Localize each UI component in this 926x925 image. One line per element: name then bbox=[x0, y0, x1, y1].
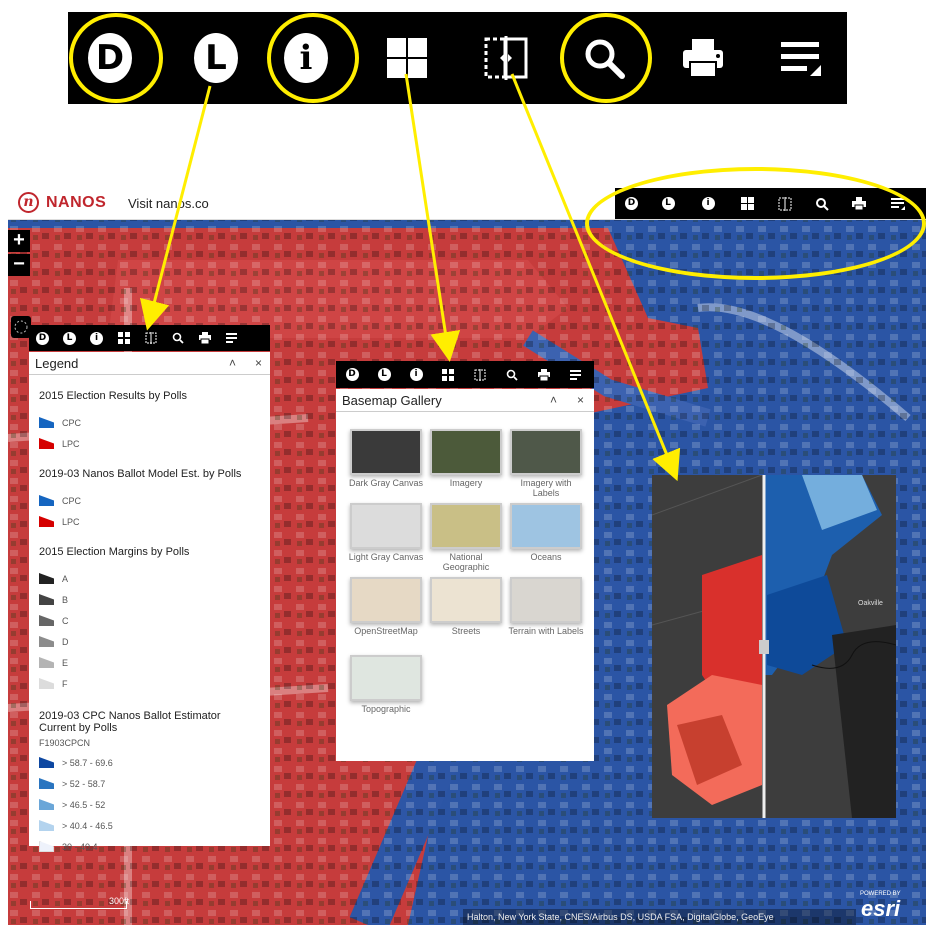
basemap-item[interactable]: Dark Gray Canvas bbox=[348, 429, 424, 488]
legend-section-title: 2019-03 CPC Nanos Ballot Estimator Curre… bbox=[39, 710, 221, 734]
highlight-circle bbox=[69, 13, 163, 103]
legend-field-name: F1903CPCN bbox=[39, 738, 91, 748]
swipe-icon[interactable] bbox=[464, 361, 496, 388]
basemap-item[interactable]: Oceans bbox=[508, 503, 584, 562]
basemap-item[interactable]: OpenStreetMap bbox=[348, 577, 424, 636]
legend-title: Legend bbox=[35, 356, 79, 371]
legend-section-title: 2015 Election Results by Polls bbox=[39, 390, 187, 402]
basemap-item[interactable]: National Geographic bbox=[428, 503, 504, 572]
legend-item: A bbox=[39, 568, 270, 589]
info-icon[interactable]: i bbox=[83, 325, 110, 351]
collapse-icon[interactable]: ˄ bbox=[229, 356, 236, 370]
collapse-icon[interactable]: ˄ bbox=[550, 393, 557, 407]
print-icon[interactable] bbox=[191, 325, 218, 351]
swipe-place-label: Oakville bbox=[858, 600, 883, 607]
legend-item: > 46.5 - 52 bbox=[39, 794, 270, 815]
legend-item: > 40.4 - 46.5 bbox=[39, 815, 270, 836]
search-icon[interactable] bbox=[496, 361, 528, 388]
gallery-toolbar: D L i bbox=[336, 361, 594, 388]
d-widget-icon[interactable]: D bbox=[29, 325, 56, 351]
legend-item: CPC bbox=[39, 412, 270, 433]
basemap-gallery-icon[interactable] bbox=[110, 325, 137, 351]
legend-panel: Legend ˄ × 2015 Election Results by Poll… bbox=[29, 352, 270, 852]
print-icon[interactable] bbox=[680, 12, 726, 104]
legend-section-title: 2019-03 Nanos Ballot Model Est. by Polls bbox=[39, 468, 242, 480]
legend-item: 30 - 40.4 bbox=[39, 836, 270, 857]
legend-item: LPC bbox=[39, 511, 270, 532]
legend-icon[interactable]: L bbox=[194, 12, 238, 104]
zoom-in-button[interactable]: + bbox=[8, 230, 30, 252]
legend-toolbar: D L i bbox=[29, 325, 270, 351]
search-icon[interactable] bbox=[164, 325, 191, 351]
basemap-item[interactable]: Topographic bbox=[348, 655, 424, 714]
d-widget-icon[interactable]: D bbox=[336, 361, 368, 388]
layer-list-icon[interactable] bbox=[778, 12, 824, 104]
basemap-item[interactable]: Light Gray Canvas bbox=[348, 503, 424, 562]
map-app: n NANOS Visit nanos.co D L i + − D L i L… bbox=[8, 188, 926, 925]
legend-icon[interactable]: L bbox=[56, 325, 83, 351]
legend-item: D bbox=[39, 631, 270, 652]
close-button[interactable]: × bbox=[255, 356, 262, 370]
swipe-icon[interactable] bbox=[483, 12, 529, 104]
toolbar-enlarged: D L i bbox=[68, 12, 847, 104]
basemap-item[interactable]: Imagery bbox=[428, 429, 504, 488]
legend-content: 2015 Election Results by Polls CPC LPC 2… bbox=[29, 376, 270, 857]
locate-button[interactable] bbox=[11, 316, 31, 338]
brand-name: NANOS bbox=[46, 194, 107, 211]
highlight-circle bbox=[267, 13, 359, 103]
scale-bar-label: 300ft bbox=[109, 896, 130, 906]
esri-logo[interactable]: esri bbox=[861, 898, 900, 920]
layer-list-icon[interactable] bbox=[560, 361, 592, 388]
attribution: Halton, New York State, CNES/Airbus DS, … bbox=[463, 909, 856, 925]
info-icon[interactable]: i bbox=[400, 361, 432, 388]
close-button[interactable]: × bbox=[577, 393, 584, 407]
basemap-gallery-panel: Basemap Gallery ˄ × Dark Gray Canvas Ima… bbox=[336, 389, 594, 761]
highlight-circle bbox=[560, 13, 652, 103]
nanos-logo-icon: n bbox=[18, 192, 39, 213]
basemap-item[interactable]: Terrain with Labels bbox=[508, 577, 584, 636]
basemap-item[interactable]: Streets bbox=[428, 577, 504, 636]
legend-item: E bbox=[39, 652, 270, 673]
legend-item: CPC bbox=[39, 490, 270, 511]
basemap-gallery-icon[interactable] bbox=[432, 361, 464, 388]
basemap-gallery-icon[interactable] bbox=[385, 12, 429, 104]
zoom-out-button[interactable]: − bbox=[8, 254, 30, 276]
legend-item: LPC bbox=[39, 433, 270, 454]
legend-item: F bbox=[39, 673, 270, 694]
basemap-item[interactable]: Imagery with Labels bbox=[508, 429, 584, 498]
swipe-icon[interactable] bbox=[137, 325, 164, 351]
layer-list-icon[interactable] bbox=[218, 325, 245, 351]
legend-section-title: 2015 Election Margins by Polls bbox=[39, 546, 190, 558]
swipe-preview: Oakville bbox=[652, 475, 896, 818]
legend-item: B bbox=[39, 589, 270, 610]
legend-item: > 52 - 58.7 bbox=[39, 773, 270, 794]
legend-item: C bbox=[39, 610, 270, 631]
highlight-ellipse bbox=[585, 167, 926, 280]
legend-icon[interactable]: L bbox=[368, 361, 400, 388]
gallery-title: Basemap Gallery bbox=[342, 393, 442, 408]
legend-item: > 58.7 - 69.6 bbox=[39, 752, 270, 773]
print-icon[interactable] bbox=[528, 361, 560, 388]
visit-link[interactable]: Visit nanos.co bbox=[128, 196, 209, 211]
